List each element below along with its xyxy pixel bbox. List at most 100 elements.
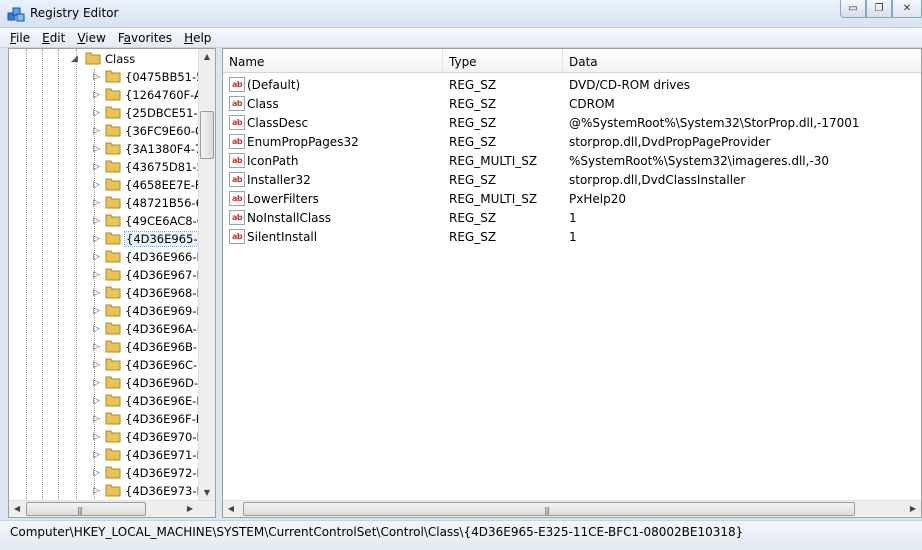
expand-icon[interactable]: ▷ [93,72,101,82]
expand-icon[interactable]: ▷ [93,468,101,478]
tree-item[interactable]: ▷ {48721B56-679 [9,194,215,212]
tree-item[interactable]: ▷ {4D36E96C-E3 [9,356,212,374]
value-type: REG_SZ [449,173,497,187]
expand-icon[interactable]: ▷ [93,288,101,298]
menu-edit[interactable]: Edit [36,28,71,48]
tree-item[interactable]: ▷ {4D36E96E-E32 [9,392,215,410]
tree-item[interactable]: ▷ {4D36E96A-E3 [9,320,211,338]
scroll-up-icon[interactable]: ▲ [199,49,215,65]
expand-icon[interactable]: ▷ [93,342,101,352]
tree-item[interactable]: ▷ {4D36E968-E32 [9,284,215,302]
tree-item[interactable]: ▷ {4D36E973-E32 [9,482,215,500]
scroll-down-icon[interactable]: ▼ [199,485,215,501]
expand-icon[interactable]: ▷ [93,126,101,136]
expand-icon[interactable]: ▷ [93,396,101,406]
folder-icon [105,376,121,389]
expand-icon[interactable]: ▷ [93,360,101,370]
minimize-icon: ▭ [848,3,858,14]
tree-item-class[interactable]: ◢ Class [9,50,199,68]
tree-item[interactable]: ▷ {1264760F-A5C [9,86,215,104]
close-button[interactable]: ✕ [892,0,922,18]
collapse-icon[interactable]: ◢ [71,54,79,64]
expand-icon[interactable]: ▷ [93,252,101,262]
tree-item[interactable]: ▷ {43675D81-502 [9,158,215,176]
expand-icon[interactable]: ▷ [93,234,101,244]
registry-editor-icon [7,7,25,22]
tree-item[interactable]: ▷ {3A1380F4-708 [9,140,215,158]
folder-icon [105,358,121,371]
tree-scroll-thumb[interactable] [200,111,214,159]
string-value-icon: ab [229,115,245,130]
string-value-icon: ab [229,210,245,225]
expand-icon[interactable]: ▷ [93,486,101,496]
value-name: SilentInstall [247,230,318,244]
tree-item[interactable]: ▷ {4D36E966-E32 [9,248,215,266]
value-data: storprop.dll,DvdPropPageProvider [569,135,771,149]
expand-icon[interactable]: ▷ [93,324,101,334]
tree-item[interactable]: ▷ {4D36E965-E32 [9,230,215,248]
value-name: EnumPropPages32 [247,135,359,149]
scroll-left-icon[interactable]: ◀ [9,501,25,517]
menu-favorites[interactable]: Favorites [112,28,178,48]
minimize-button[interactable]: ▭ [840,0,866,18]
expand-icon[interactable]: ▷ [93,378,101,388]
tree-item[interactable]: ▷ {0475BB51-5A [9,68,211,86]
tree-item[interactable]: ▷ {4D36E96D-E3 [9,374,213,392]
expand-icon[interactable]: ▷ [93,270,101,280]
scroll-right-icon[interactable]: ▶ [182,501,198,517]
expand-icon[interactable]: ▷ [93,306,101,316]
value-type: REG_MULTI_SZ [449,154,538,168]
values-list[interactable]: Name Type Data ab (Default) REG_SZ DVD/CD-R… [222,48,922,518]
tree-hscroll-thumb[interactable]: ||| [26,502,146,516]
expand-icon[interactable]: ▷ [93,90,101,100]
tree-item[interactable]: ▷ {4D36E967-E32 [9,266,215,284]
column-header-data[interactable]: Data [563,49,921,73]
registry-value-row[interactable]: ab SilentInstall REG_SZ 1 [223,227,921,246]
list-horizontal-scrollbar[interactable]: ◀ ||| ▶ [223,500,921,517]
expand-icon[interactable]: ▷ [93,108,101,118]
registry-value-row[interactable]: ab Installer32 REG_SZ storprop.dll,DvdClass… [223,170,921,189]
column-header-type[interactable]: Type [443,49,563,73]
registry-value-row[interactable]: ab LowerFilters REG_MULTI_SZ PxHelp20 [223,189,921,208]
tree-item[interactable]: ▷ {4D36E972-E32 [9,464,215,482]
column-header-name[interactable]: Name [223,49,443,73]
tree-item[interactable]: ▷ {4D36E96F-E32 [9,410,215,428]
registry-value-row[interactable]: ab ClassDesc REG_SZ @%SystemRoot%\System32\… [223,113,921,132]
list-header: Name Type Data [223,49,921,73]
tree-item[interactable]: ▷ {4D36E96B-E32 [9,338,215,356]
expand-icon[interactable]: ▷ [93,432,101,442]
status-bar: Computer\HKEY_LOCAL_MACHINE\SYSTEM\Curre… [0,520,922,550]
folder-icon [105,106,121,119]
scroll-left-icon[interactable]: ◀ [223,501,239,517]
expand-icon[interactable]: ▷ [93,198,101,208]
registry-value-row[interactable]: ab IconPath REG_MULTI_SZ %SystemRoot%\Syste… [223,151,921,170]
maximize-button[interactable]: ❐ [866,0,892,18]
tree-vertical-scrollbar[interactable]: ▲ ▼ [198,49,215,501]
menu-file[interactable]: File [4,28,36,48]
registry-value-row[interactable]: ab NoInstallClass REG_SZ 1 [223,208,921,227]
expand-icon[interactable]: ▷ [93,144,101,154]
expand-icon[interactable]: ▷ [93,414,101,424]
expand-icon[interactable]: ▷ [93,180,101,190]
tree-item[interactable]: ▷ {36FC9E60-C4 [9,122,210,140]
string-value-icon: ab [229,229,245,244]
tree-item[interactable]: ▷ {4658EE7E-F05 [9,176,215,194]
tree-horizontal-scrollbar[interactable]: ◀ ||| ▶ [9,500,215,517]
registry-value-row[interactable]: ab Class REG_SZ CDROM [223,94,921,113]
registry-value-row[interactable]: ab (Default) REG_SZ DVD/CD-ROM drives [223,75,921,94]
expand-icon[interactable]: ▷ [93,450,101,460]
list-hscroll-thumb[interactable]: ||| [243,502,855,516]
tree-item[interactable]: ▷ {4D36E971-E32 [9,446,215,464]
registry-tree[interactable]: ◢ Class ▷ {0475BB51-5A ▷ {1264760F-A5C ▷ {25D… [8,48,216,518]
tree-item[interactable]: ▷ {4D36E970-E32 [9,428,215,446]
folder-icon [105,340,121,353]
tree-item[interactable]: ▷ {49CE6AC8-6F [9,212,211,230]
menu-help[interactable]: Help [178,28,217,48]
tree-item[interactable]: ▷ {25DBCE51-6C [9,104,213,122]
tree-item[interactable]: ▷ {4D36E969-E32 [9,302,215,320]
menu-view[interactable]: View [71,28,111,48]
expand-icon[interactable]: ▷ [93,162,101,172]
expand-icon[interactable]: ▷ [93,216,101,226]
scroll-right-icon[interactable]: ▶ [905,501,921,517]
registry-value-row[interactable]: ab EnumPropPages32 REG_SZ storprop.dll,DvdP… [223,132,921,151]
